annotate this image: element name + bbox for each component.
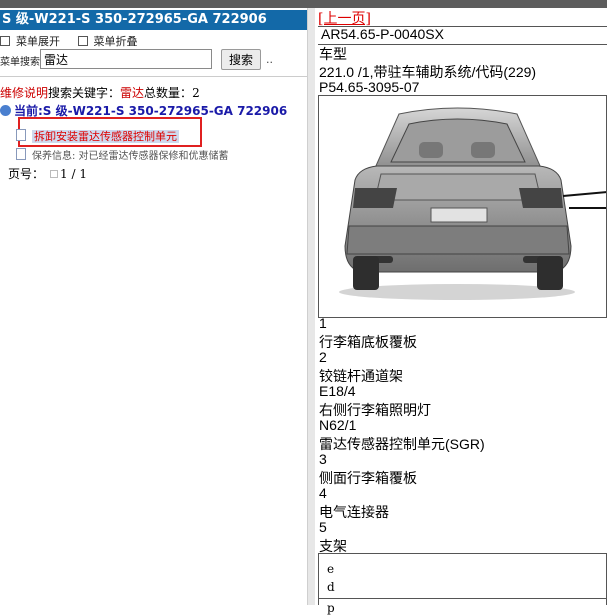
tree-root-label: 当前:S 级-W221-S 350-272965-GA 722906 — [14, 104, 288, 118]
pager-label: 页号： — [8, 167, 45, 181]
tree-item-radar-removal[interactable]: 拆卸安装雷达传感器控制单元 — [16, 128, 179, 144]
legend-text: 侧面行李箱覆板 — [319, 470, 417, 486]
car-rear-drawing — [339, 107, 606, 300]
search-button[interactable]: 搜索 — [221, 49, 261, 70]
figure-id: P54.65-3095-07 — [319, 79, 420, 95]
result-count: 2 — [192, 86, 200, 100]
search-label: 菜单搜索 — [0, 57, 40, 68]
document-id: AR54.65-P-0040SX — [321, 26, 444, 42]
legend-text: 行李箱底板覆板 — [319, 334, 417, 350]
rule — [318, 44, 607, 45]
model-label: 车型 — [319, 46, 347, 62]
tree-item-label: 保养信息: 对已经雷达传感器保修和优惠储蓄 — [32, 151, 229, 162]
tree-toolbar: 菜单展开 菜单折叠 — [0, 33, 152, 49]
page-checkbox-icon[interactable] — [50, 170, 59, 178]
pager-value: 1 / 1 — [60, 167, 87, 181]
collapse-menu-button[interactable]: 菜单折叠 — [77, 35, 138, 48]
search-row: 菜单搜索 搜索 .. — [0, 49, 307, 71]
table-row: p — [327, 601, 335, 615]
pager: 页号： 1 / 1 — [8, 165, 87, 182]
result-prefix: 维修说明 — [0, 86, 49, 100]
document-icon — [16, 129, 26, 141]
globe-icon — [0, 105, 11, 116]
legend-number: 2 — [319, 349, 327, 365]
result-keyword-label: 搜索关键字： — [48, 86, 121, 100]
previous-page-link[interactable]: [上一页] — [318, 8, 371, 28]
legend-number: 1 — [319, 315, 327, 331]
panel-splitter[interactable] — [307, 8, 315, 605]
legend-text: 电气连接器 — [319, 504, 389, 520]
divider — [0, 76, 307, 77]
legend-number: 3 — [319, 451, 327, 467]
legend-number: 5 — [319, 519, 327, 535]
collapse-icon — [77, 36, 88, 46]
rule — [319, 598, 606, 599]
result-count-label: 总数量： — [144, 86, 193, 100]
parts-table: e d p — [318, 553, 607, 615]
more-dots[interactable]: .. — [266, 53, 273, 66]
left-panel: S 级-W221-S 350-272965-GA 722906 菜单展开 菜单折… — [0, 8, 307, 605]
car-rear-illustration — [318, 95, 607, 318]
expand-icon — [0, 36, 10, 46]
tree-item-maintenance-info[interactable]: 保养信息: 对已经雷达传感器保修和优惠储蓄 — [16, 147, 229, 162]
legend-number: E18/4 — [319, 383, 356, 399]
right-panel: [上一页] AR54.65-P-0040SX 车型 221.0 /1,带驻车辅助… — [315, 8, 607, 615]
expand-menu-button[interactable]: 菜单展开 — [0, 35, 60, 48]
legend-number: 4 — [319, 485, 327, 501]
tree-item-label: 拆卸安装雷达传感器控制单元 — [32, 130, 179, 143]
top-strip — [0, 0, 607, 8]
search-input[interactable] — [40, 49, 212, 69]
result-keyword: 雷达 — [120, 86, 145, 100]
document-icon — [16, 148, 26, 160]
table-row: e — [327, 562, 335, 576]
legend-text: 雷达传感器控制单元(SGR) — [319, 436, 485, 452]
table-row: d — [327, 580, 335, 594]
legend-number: N62/1 — [319, 417, 357, 433]
vehicle-title: S 级-W221-S 350-272965-GA 722906 — [0, 10, 307, 30]
search-result-summary: 维修说明搜索关键字：雷达总数量：2 — [0, 84, 200, 101]
